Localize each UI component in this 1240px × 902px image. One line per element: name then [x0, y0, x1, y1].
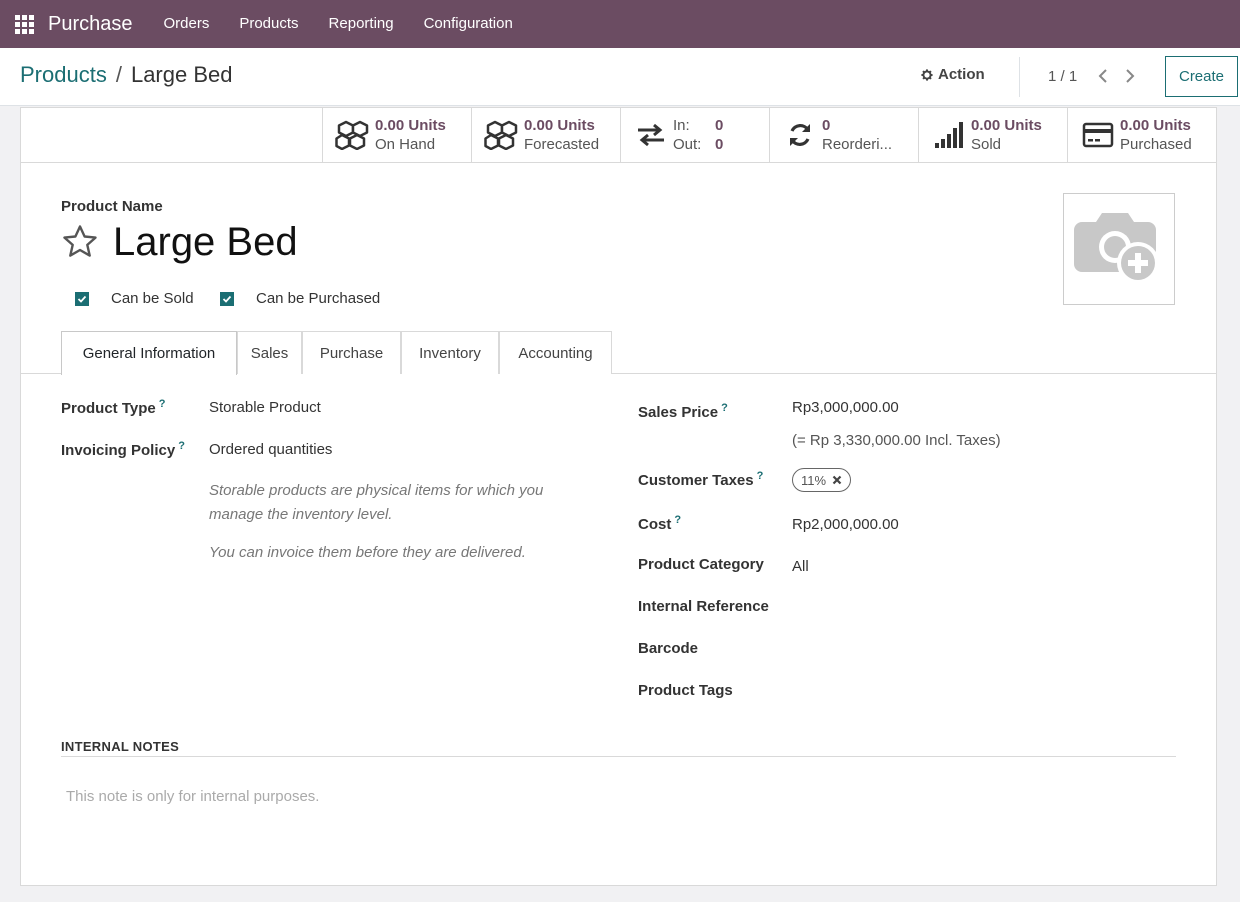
close-icon[interactable] [832, 475, 842, 485]
check-icon [77, 295, 87, 303]
tab-inventory[interactable]: Inventory [401, 331, 499, 374]
stat-in-label: In: [673, 117, 690, 134]
gear-icon [921, 68, 933, 81]
chevron-left-icon [1098, 69, 1107, 83]
stat-reordering-value: 0 [822, 117, 831, 134]
signal-icon [931, 118, 967, 152]
invoice-help-text: You can invoice them before they are del… [209, 544, 526, 561]
notes-divider [61, 756, 1176, 757]
chevron-right-icon [1126, 69, 1135, 83]
stat-on-hand-value: 0.00 Units [375, 117, 446, 134]
menu-products[interactable]: Products [224, 0, 313, 48]
barcode-label: Barcode [638, 640, 699, 657]
app-name[interactable]: Purchase [48, 13, 133, 36]
stat-sold-value: 0.00 Units [971, 117, 1042, 134]
can-be-sold-row: Can be Sold [75, 290, 194, 307]
product-category-label: Product Category [638, 556, 764, 573]
action-button[interactable]: Action [920, 66, 985, 83]
refresh-icon [782, 118, 818, 152]
stat-reordering-label: Reorderi... [822, 136, 893, 153]
sales-price-field[interactable]: Rp3,000,000.00 [792, 399, 899, 416]
can-be-purchased-checkbox[interactable] [220, 291, 234, 306]
customer-tax-tag[interactable]: 11% [792, 468, 852, 492]
form-sheet: 0.00 Units On Hand 0.00 Units Forecasted [20, 107, 1217, 886]
pager-value[interactable]: 1 / 1 [1048, 68, 1077, 85]
help-icon[interactable]: ? [159, 398, 166, 410]
pager-next-button[interactable] [1121, 64, 1139, 88]
storable-help-text: Storable products are physical items for… [209, 482, 544, 523]
stat-reordering[interactable]: 0 Reorderi... [769, 108, 918, 162]
credit-card-icon [1080, 118, 1116, 152]
stat-forecasted-label: Forecasted [524, 136, 600, 153]
menu-configuration[interactable]: Configuration [409, 0, 528, 48]
stat-in-out[interactable]: In: 0 Out: 0 [620, 108, 769, 162]
control-panel: Products / Large Bed Action 1 / 1 Create [0, 48, 1240, 106]
tab-sales[interactable]: Sales [237, 331, 302, 374]
internal-notes-title: INTERNAL NOTES [61, 739, 180, 754]
cubes-icon [335, 118, 371, 152]
stat-purchased-label: Purchased [1120, 136, 1192, 153]
sales-price-incl-taxes: (= Rp 3,330,000.00 Incl. Taxes) [792, 432, 1001, 449]
can-be-purchased-row: Can be Purchased [220, 290, 380, 307]
stat-forecasted-value: 0.00 Units [524, 117, 595, 134]
action-label: Action [938, 66, 985, 83]
camera-add-icon [1074, 213, 1159, 284]
pager-divider [1019, 57, 1020, 97]
exchange-icon [633, 118, 669, 152]
help-icon[interactable]: ? [674, 514, 681, 526]
check-icon [222, 295, 232, 303]
invoicing-policy-field[interactable]: Ordered quantities [209, 441, 332, 458]
help-icon[interactable]: ? [757, 470, 764, 482]
customer-taxes-label: Customer Taxes? [638, 470, 764, 489]
sales-price-label: Sales Price? [638, 402, 728, 421]
product-category-field[interactable]: All [792, 558, 809, 575]
cost-label: Cost? [638, 514, 682, 533]
stat-out-label: Out: [673, 136, 702, 153]
internal-notes-field[interactable]: This note is only for internal purposes. [66, 788, 319, 805]
cost-field[interactable]: Rp2,000,000.00 [792, 516, 899, 533]
help-icon[interactable]: ? [178, 440, 185, 452]
stat-out-value: 0 [715, 136, 724, 153]
notebook-tabs: General Information Sales Purchase Inven… [21, 331, 1216, 375]
product-tags-label: Product Tags [638, 682, 733, 699]
breadcrumb: Products / Large Bed [20, 62, 232, 88]
can-be-purchased-label: Can be Purchased [256, 290, 381, 307]
stat-purchased-value: 0.00 Units [1120, 117, 1191, 134]
menu-reporting[interactable]: Reporting [314, 0, 409, 48]
stat-forecasted[interactable]: 0.00 Units Forecasted [471, 108, 620, 162]
product-type-label: Product Type? [61, 398, 166, 417]
stat-in-value: 0 [715, 117, 724, 134]
product-image[interactable] [1063, 193, 1175, 305]
stat-sold-label: Sold [971, 136, 1002, 153]
breadcrumb-current: Large Bed [130, 62, 233, 87]
help-icon[interactable]: ? [721, 402, 728, 414]
pager-previous-button[interactable] [1094, 64, 1112, 88]
can-be-sold-checkbox[interactable] [75, 291, 89, 306]
menu-orders[interactable]: Orders [149, 0, 225, 48]
breadcrumb-separator: / [115, 62, 122, 87]
stat-sold[interactable]: 0.00 Units Sold [918, 108, 1067, 162]
smart-buttons-bar: 0.00 Units On Hand 0.00 Units Forecasted [21, 108, 1216, 163]
stat-on-hand[interactable]: 0.00 Units On Hand [322, 108, 471, 162]
tab-general-information[interactable]: General Information [61, 331, 237, 375]
stat-purchased[interactable]: 0.00 Units Purchased [1067, 108, 1216, 162]
product-name-input[interactable]: Large Bed [113, 220, 298, 265]
internal-reference-label: Internal Reference [638, 598, 769, 615]
apps-menu-icon[interactable] [0, 0, 48, 48]
product-type-field[interactable]: Storable Product [209, 399, 321, 416]
can-be-sold-label: Can be Sold [111, 290, 194, 307]
favorite-star-icon[interactable] [61, 223, 99, 261]
top-navbar: Purchase Orders Products Reporting Confi… [0, 0, 1240, 48]
cubes-icon [484, 118, 520, 152]
tab-accounting[interactable]: Accounting [499, 331, 612, 374]
breadcrumb-products-link[interactable]: Products [20, 62, 107, 88]
create-button[interactable]: Create [1165, 56, 1238, 97]
customer-tax-value: 11% [801, 472, 827, 488]
product-name-label: Product Name [61, 198, 163, 215]
tab-purchase[interactable]: Purchase [302, 331, 401, 374]
invoicing-policy-label: Invoicing Policy? [61, 440, 185, 459]
stat-on-hand-label: On Hand [375, 136, 436, 153]
